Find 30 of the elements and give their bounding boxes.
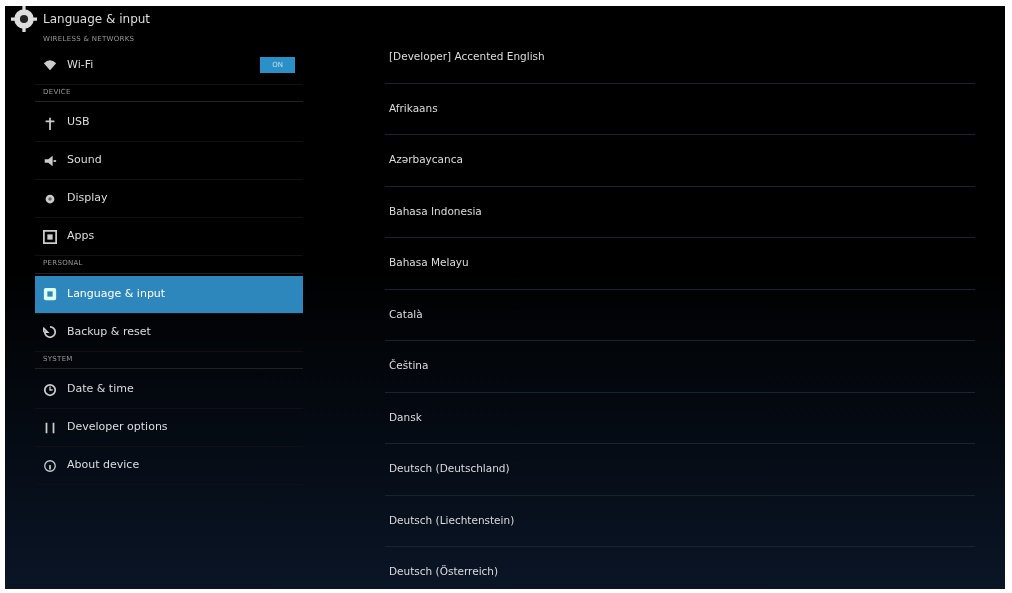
- settings-icon: [11, 6, 37, 32]
- restore-icon: [43, 325, 57, 339]
- sidebar-item[interactable]: Sound: [35, 142, 303, 180]
- language-item[interactable]: [Developer] Accented English: [389, 49, 545, 66]
- language-item[interactable]: Azərbaycanca: [389, 152, 463, 169]
- sidebar-item[interactable]: Developer options: [35, 409, 303, 447]
- window-title: Language & input: [43, 11, 151, 28]
- sidebar-item[interactable]: Apps: [35, 218, 303, 256]
- sidebar-item[interactable]: Display: [35, 180, 303, 218]
- speaker-icon: [43, 153, 57, 168]
- keyboard-icon: [43, 287, 57, 301]
- language-item[interactable]: Català: [389, 306, 423, 323]
- usb-icon: [43, 115, 57, 130]
- apps-icon: [43, 229, 57, 244]
- sidebar-item[interactable]: About device: [35, 447, 303, 485]
- language-item[interactable]: Dansk: [389, 409, 422, 426]
- wifi-icon: [43, 58, 57, 72]
- info-icon: [43, 458, 57, 473]
- language-item[interactable]: Čeština: [389, 358, 429, 375]
- language-item[interactable]: Bahasa Melayu: [389, 255, 469, 272]
- sidebar-item[interactable]: Backup & reset: [35, 313, 303, 352]
- sidebar-item[interactable]: USB: [35, 104, 303, 142]
- language-item[interactable]: Deutsch (Österreich): [389, 564, 499, 581]
- language-item[interactable]: Bahasa Indonesia: [389, 203, 482, 220]
- language-item[interactable]: Deutsch (Deutschland): [389, 461, 510, 478]
- language-item[interactable]: Deutsch (Liechtenstein): [389, 512, 515, 529]
- clock-icon: [43, 382, 57, 397]
- language-item[interactable]: Afrikaans: [389, 100, 438, 117]
- sidebar-item[interactable]: Date & time: [35, 371, 303, 409]
- sidebar-item[interactable]: Language & input: [35, 275, 303, 314]
